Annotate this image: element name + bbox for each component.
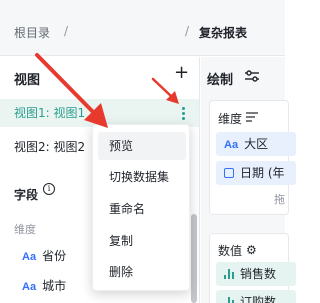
field-item-label: 城市 (42, 279, 67, 293)
views-title: 视图 (14, 73, 41, 88)
breadcrumb-root[interactable]: 根目录 (14, 24, 50, 41)
view-item-label: 视图1: 视图1 (14, 106, 86, 120)
value-box-label: 数值 (218, 244, 243, 258)
dimension-chip[interactable]: Aa 大区 (216, 132, 296, 156)
dimension-box-label: 维度 (218, 112, 243, 126)
view-context-menu: 预览 切换数据集 重命名 复制 删除 (92, 124, 190, 291)
view-item-label: 视图2: 视图2 (14, 140, 86, 154)
value-chip[interactable]: 销售数 (216, 262, 296, 286)
bar-chart-icon (224, 269, 234, 279)
dimension-chip-label: 大区 (244, 137, 269, 151)
value-chip-label: 销售数 (240, 267, 277, 281)
text-type-icon: Aa (224, 139, 239, 151)
breadcrumb-separator: / (64, 24, 69, 38)
drag-hint: 拖 (274, 193, 285, 206)
bar-chart-icon (224, 297, 234, 303)
value-chip-label: 订购数 (240, 295, 277, 303)
info-icon[interactable]: i (43, 183, 55, 195)
field-item-label: 省份 (42, 249, 67, 263)
menu-item-preview[interactable]: 预览 (98, 132, 186, 160)
view-item[interactable]: 视图1: 视图1 (0, 99, 199, 127)
menu-item-switch-dataset[interactable]: 切换数据集 (98, 163, 186, 191)
field-item[interactable]: Aa 省份 (22, 247, 66, 264)
plus-icon[interactable]: + (174, 64, 189, 82)
dimension-chip[interactable]: 日期 (年 (216, 161, 296, 185)
dimension-chip-label: 日期 (年 (240, 166, 285, 180)
gear-icon[interactable]: ⚙ (246, 243, 257, 257)
menu-item-delete[interactable]: 删除 (98, 258, 186, 286)
breadcrumb-current: 复杂报表 (199, 26, 248, 40)
breadcrumb-separator: / (185, 24, 190, 38)
settings-sliders-icon[interactable] (245, 70, 259, 82)
more-vertical-icon[interactable] (178, 99, 188, 127)
fields-title: 字段 (14, 188, 39, 202)
value-drop-zone[interactable]: 数值 ⚙ 销售数 订购数 (209, 233, 296, 303)
calendar-icon (224, 168, 234, 178)
value-chip[interactable]: 订购数 (216, 290, 296, 303)
draw-panel: 绘制 维度 Aa 大区 日期 (年 拖 数值 ⚙ 销售数 订购数 (201, 57, 296, 303)
scrollbar[interactable] (191, 214, 197, 303)
menu-item-rename[interactable]: 重命名 (98, 195, 186, 223)
dimension-drop-zone[interactable]: 维度 Aa 大区 日期 (年 拖 (209, 100, 296, 215)
text-type-icon: Aa (22, 281, 37, 293)
dimension-section-label: 维度 (14, 223, 36, 236)
draw-title: 绘制 (207, 73, 234, 88)
text-type-icon: Aa (22, 251, 37, 263)
breadcrumb: 根目录 / / 复杂报表 (0, 0, 285, 56)
sort-lines-icon[interactable] (246, 112, 258, 122)
menu-item-copy[interactable]: 复制 (98, 227, 186, 255)
field-item[interactable]: Aa 城市 (22, 277, 66, 294)
